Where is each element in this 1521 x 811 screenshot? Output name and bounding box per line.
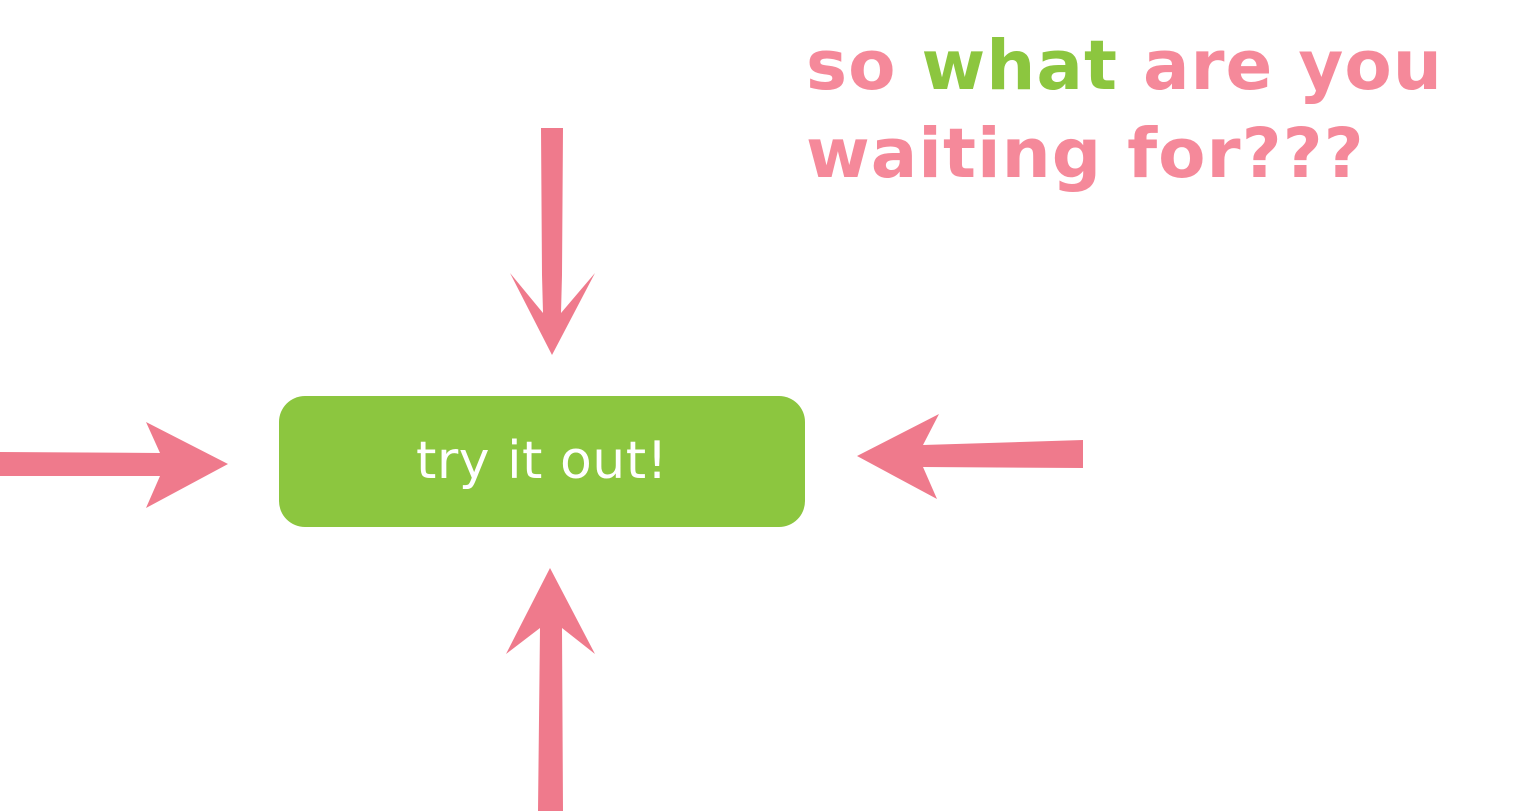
headline-word-are-you: are you bbox=[1142, 26, 1443, 106]
headline: so what are you waiting for??? bbox=[806, 22, 1521, 198]
arrow-up-icon bbox=[506, 568, 595, 811]
arrow-right-icon bbox=[0, 422, 228, 508]
headline-word-so: so bbox=[806, 26, 897, 106]
try-it-out-button[interactable]: try it out! bbox=[279, 396, 805, 527]
arrow-down-icon bbox=[510, 128, 595, 355]
headline-word-what: what bbox=[921, 26, 1118, 106]
headline-line-2: waiting for??? bbox=[806, 114, 1365, 194]
arrow-left-icon bbox=[857, 414, 1083, 499]
headline-line-1: so what are you bbox=[806, 22, 1521, 110]
